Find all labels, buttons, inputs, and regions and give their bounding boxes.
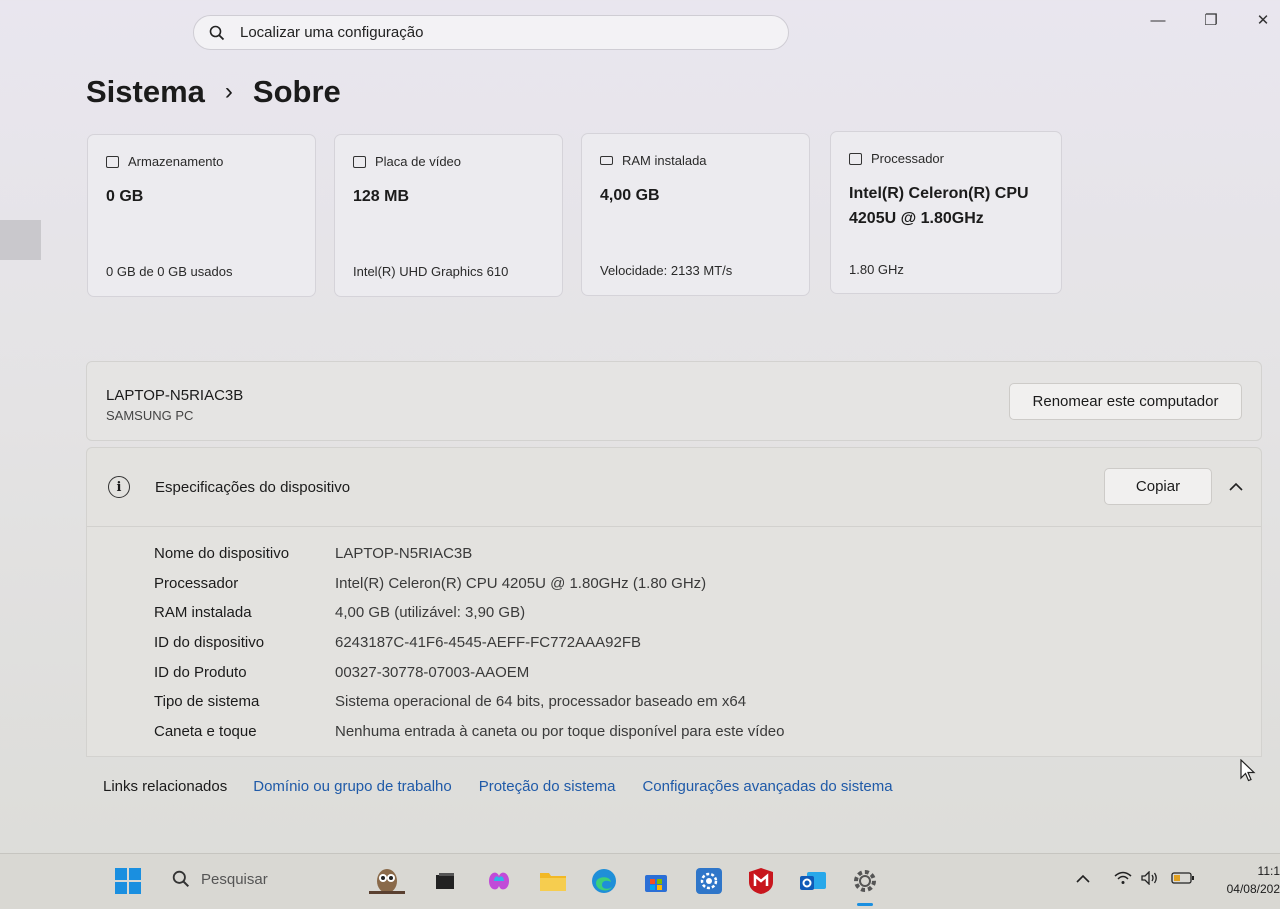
taskbar-clock[interactable]: 11:1 04/08/202 [1227,862,1280,898]
copy-button[interactable]: Copiar [1104,468,1212,505]
display-icon [353,155,366,168]
start-button[interactable] [113,866,143,896]
mouse-cursor-icon [1240,758,1256,788]
settings-search-box[interactable]: Localizar uma configuração [193,15,789,50]
spec-row: Nome do dispositivo LAPTOP-N5RIAC3B [154,539,784,569]
spec-value: 6243187C-41F6-4545-AEFF-FC772AAA92FB [335,634,641,652]
storage-card: Armazenamento 0 GB 0 GB de 0 GB usados [87,134,316,297]
sidebar-edge [0,220,41,260]
processor-icon [849,152,862,165]
wifi-icon[interactable] [1114,871,1132,888]
storage-icon [106,155,119,168]
spec-value: 4,00 GB (utilizável: 3,90 GB) [335,604,526,622]
info-icon: i [108,476,130,498]
breadcrumb-parent[interactable]: Sistema [86,74,205,110]
page-title: Sobre [252,74,341,109]
specs-list: Nome do dispositivo LAPTOP-N5RIAC3B Proce… [154,539,784,746]
card-footer: Intel(R) UHD Graphics 610 [353,264,509,279]
close-button[interactable]: ✕ [1243,8,1280,32]
card-label: Armazenamento [128,154,224,169]
spec-row: ID do Produto 00327-30778-07003-AAOEM [154,657,784,687]
device-model: SAMSUNG PC [106,408,194,423]
show-hidden-icons-chevron-icon[interactable] [1076,871,1090,887]
taskbar: Pesquisar 11:1 04/08/202 [0,853,1280,909]
spec-value: Sistema operacional de 64 bits, processa… [335,693,747,711]
card-footer: Velocidade: 2133 MT/s [600,263,733,278]
minimize-icon: — [1150,11,1166,29]
search-placeholder: Localizar uma configuração [240,24,424,41]
ram-card: RAM instalada 4,00 GB Velocidade: 2133 M… [581,133,810,296]
card-value: 128 MB [353,188,410,205]
ram-icon [600,156,613,165]
card-value: Intel(R) Celeron(R) CPU 4205U @ 1.80GHz [849,185,1029,227]
related-links: Links relacionados Domínio ou grupo de t… [103,778,920,795]
related-links-label: Links relacionados [103,778,228,795]
card-footer: 0 GB de 0 GB usados [106,264,233,279]
search-highlight-owl-icon[interactable] [365,866,409,896]
outlook-icon[interactable] [798,866,828,896]
clock-time: 11:1 [1257,864,1280,878]
spec-value: LAPTOP-N5RIAC3B [335,545,473,563]
spec-key: ID do dispositivo [154,634,265,652]
device-specifications-panel: i Especificações do dispositivo Copiar N… [86,447,1262,757]
spec-row: Processador Intel(R) Celeron(R) CPU 4205U… [154,569,784,599]
card-value: 0 GB [106,188,144,205]
search-icon [207,23,227,43]
close-icon: ✕ [1256,12,1270,29]
taskbar-search-placeholder: Pesquisar [201,870,268,888]
file-explorer-icon[interactable] [538,866,568,896]
mcafee-icon[interactable] [746,866,776,896]
copilot-icon[interactable] [484,866,514,896]
volume-icon[interactable] [1141,870,1159,888]
spec-row: RAM instalada 4,00 GB (utilizável: 3,90 G… [154,598,784,628]
active-app-indicator [857,903,873,906]
minimize-button[interactable]: — [1138,8,1178,32]
windows-logo-icon [115,868,141,894]
spec-value: 00327-30778-07003-AAOEM [335,663,530,681]
settings-app-icon[interactable] [694,866,724,896]
edge-browser-icon[interactable] [589,866,619,896]
device-name-panel: LAPTOP-N5RIAC3B SAMSUNG PC Renomear este… [86,361,1262,441]
spec-row: Tipo de sistema Sistema operacional de 64… [154,687,784,717]
microsoft-store-icon[interactable] [641,866,671,896]
task-view-icon[interactable] [430,866,460,896]
specs-header[interactable]: i Especificações do dispositivo Copiar [87,448,1261,527]
card-label: Processador [871,151,944,166]
card-value: 4,00 GB [600,187,660,204]
breadcrumb: Sistema › Sobre [86,74,341,110]
battery-icon[interactable] [1171,871,1195,888]
specs-title: Especificações do dispositivo [155,479,351,496]
spec-value: Nenhuma entrada à caneta ou por toque di… [335,722,785,740]
spec-key: Processador [154,574,239,592]
card-label: RAM instalada [622,153,707,168]
spec-key: Tipo de sistema [154,693,260,711]
spec-value: Intel(R) Celeron(R) CPU 4205U @ 1.80GHz … [335,574,707,592]
spec-key: Nome do dispositivo [154,545,290,563]
chevron-right-icon: › [224,78,233,105]
settings-gear-icon[interactable] [850,866,880,896]
rename-pc-button[interactable]: Renomear este computador [1009,383,1242,420]
spec-key: Caneta e toque [154,722,257,740]
system-protection-link[interactable]: Proteção do sistema [479,778,616,795]
chevron-up-icon[interactable] [1224,475,1248,499]
spec-key: RAM instalada [154,604,252,622]
maximize-button[interactable]: ❐ [1191,8,1231,32]
clock-date: 04/08/202 [1226,882,1280,896]
card-label: Placa de vídeo [375,154,462,169]
device-name: LAPTOP-N5RIAC3B [106,387,244,404]
domain-workgroup-link[interactable]: Domínio ou grupo de trabalho [253,778,451,795]
taskbar-search[interactable]: Pesquisar [172,870,268,888]
spec-key: ID do Produto [154,663,247,681]
processor-card: Processador Intel(R) Celeron(R) CPU 4205… [830,131,1062,294]
spec-row: Caneta e toque Nenhuma entrada à caneta o… [154,717,784,747]
restore-icon: ❐ [1204,12,1218,29]
search-icon [172,870,190,888]
advanced-system-settings-link[interactable]: Configurações avançadas do sistema [642,778,892,795]
spec-row: ID do dispositivo 6243187C-41F6-4545-AEFF… [154,628,784,658]
graphics-card: Placa de vídeo 128 MB Intel(R) UHD Graph… [334,134,563,297]
card-footer: 1.80 GHz [849,262,904,277]
